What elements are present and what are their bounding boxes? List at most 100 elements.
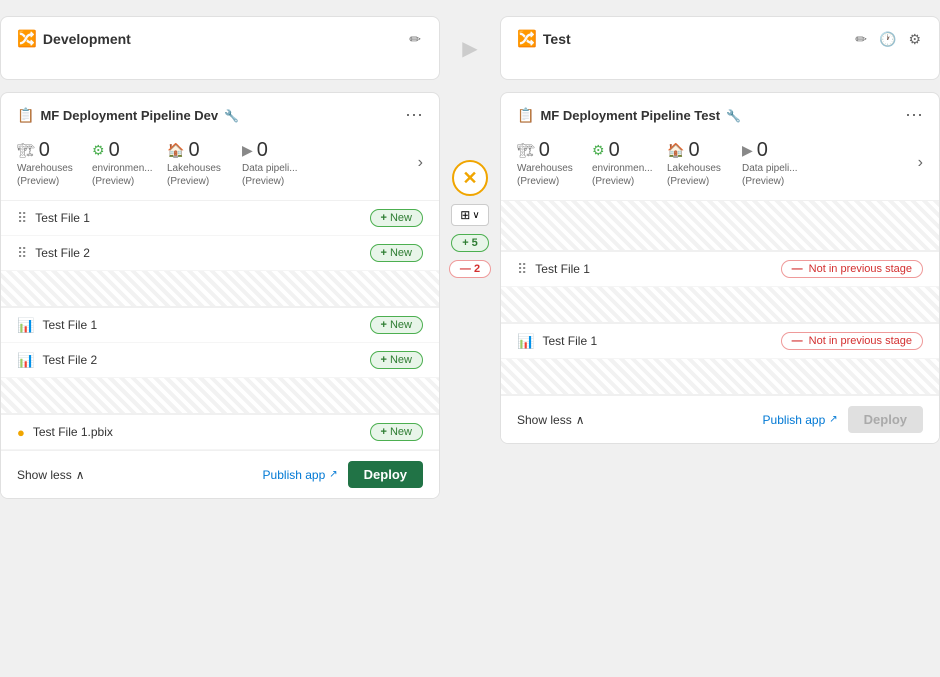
dev-file-item-3: 📊 Test File 1 New bbox=[1, 308, 439, 343]
diff-add-badge[interactable]: + 5 bbox=[451, 234, 489, 252]
middle-controls: ✕ ⊞ ∨ + 5 — 2 bbox=[440, 92, 500, 278]
test-section-3: 📊 Test File 1 Not in previous stage bbox=[501, 323, 939, 395]
dev-file-5-name: Test File 1.pbix bbox=[33, 425, 113, 439]
dev-pipeline-title: 📋 MF Deployment Pipeline Dev 🔧 bbox=[17, 107, 239, 124]
dev-column: 📋 MF Deployment Pipeline Dev 🔧 ⋯ 🏗 0 War… bbox=[0, 92, 440, 499]
dev-file-3-badge: New bbox=[370, 316, 423, 334]
dev-publish-label: Publish app bbox=[263, 468, 326, 482]
dev-title-text: Development bbox=[43, 31, 131, 47]
test-pipeline-name-text: MF Deployment Pipeline Test bbox=[540, 108, 720, 123]
dev-pipeline-name-text: MF Deployment Pipeline Dev bbox=[40, 108, 218, 123]
test-card-footer: Show less ∧ Publish app ↗ Deploy bbox=[501, 395, 939, 443]
test-show-less-label: Show less bbox=[517, 413, 572, 427]
test-pipeline-icon: 📋 bbox=[517, 107, 534, 124]
dev-stat-environments: ⚙ 0 environmen...(Preview) bbox=[92, 138, 167, 188]
test-show-less-chevron: ∧ bbox=[576, 413, 585, 427]
test-deploy-btn: Deploy bbox=[848, 406, 923, 433]
dev-deploy-btn[interactable]: Deploy bbox=[348, 461, 423, 488]
dev-stat-warehouses: 🏗 0 Warehouses(Preview) bbox=[17, 138, 92, 188]
dev-hatched-1 bbox=[1, 271, 439, 307]
test-hatched-top bbox=[501, 201, 939, 251]
test-file-1-icon: ⠿ bbox=[517, 261, 527, 278]
stage-arrow-icon: ▶ bbox=[462, 36, 477, 61]
test-history-btn[interactable]: 🕐 bbox=[877, 29, 898, 50]
dev-pipeline-icon: 📋 bbox=[17, 107, 34, 124]
dev-section-2: 📊 Test File 1 New 📊 Test File 2 New bbox=[1, 307, 439, 414]
test-publish-label: Publish app bbox=[763, 413, 826, 427]
dev-edit-btn[interactable]: ✏ bbox=[407, 29, 423, 50]
dev-file-1-badge: New bbox=[370, 209, 423, 227]
test-stage-actions: ✏ 🕐 ⚙ bbox=[853, 29, 923, 50]
dev-section-1: ⠿ Test File 1 New ⠿ Test File 2 New bbox=[1, 200, 439, 307]
test-hatched-2 bbox=[501, 287, 939, 323]
dev-file-5-icon: ● bbox=[17, 425, 25, 440]
test-stage-title: 🔀 Test bbox=[517, 29, 571, 49]
test-edit-btn[interactable]: ✏ bbox=[853, 29, 869, 50]
test-column: 📋 MF Deployment Pipeline Test 🔧 ⋯ 🏗 0 Wa… bbox=[500, 92, 940, 444]
dev-file-4-name: Test File 2 bbox=[42, 353, 97, 367]
dev-file-3-name: Test File 1 bbox=[42, 318, 97, 332]
test-section-1 bbox=[501, 200, 939, 251]
dev-show-less-btn[interactable]: Show less ∧ bbox=[17, 468, 85, 482]
test-more-btn[interactable]: ⋯ bbox=[905, 105, 923, 126]
dev-card-header: 📋 MF Deployment Pipeline Dev 🔧 ⋯ bbox=[1, 93, 439, 134]
pipeline-icon-test: 🔀 bbox=[517, 29, 537, 49]
test-pipeline-card: 📋 MF Deployment Pipeline Test 🔧 ⋯ 🏗 0 Wa… bbox=[500, 92, 940, 444]
dev-stats-row: 🏗 0 Warehouses(Preview) ⚙ 0 environmen..… bbox=[1, 134, 439, 200]
dev-file-5-badge: New bbox=[370, 423, 423, 441]
compare-icon: ⊞ bbox=[460, 208, 470, 222]
test-stats-chevron[interactable]: › bbox=[918, 154, 923, 172]
dev-pipeline-badge: 🔧 bbox=[224, 109, 239, 123]
dev-file-4-icon: 📊 bbox=[17, 352, 34, 369]
test-file-2-name: Test File 1 bbox=[542, 334, 597, 348]
dev-file-1-name: Test File 1 bbox=[35, 211, 90, 225]
dev-show-less-chevron: ∧ bbox=[76, 468, 85, 482]
test-publish-external-icon: ↗ bbox=[829, 414, 837, 425]
test-hatched-3 bbox=[501, 359, 939, 395]
dev-stats-chevron[interactable]: › bbox=[418, 154, 423, 172]
dev-publish-external-icon: ↗ bbox=[329, 469, 337, 480]
dev-hatched-2 bbox=[1, 378, 439, 414]
test-card-header: 📋 MF Deployment Pipeline Test 🔧 ⋯ bbox=[501, 93, 939, 134]
compare-control[interactable]: ⊞ ∨ bbox=[451, 204, 488, 226]
dev-file-item-1: ⠿ Test File 1 New bbox=[1, 201, 439, 236]
test-stat-environments: ⚙ 0 environmen...(Preview) bbox=[592, 138, 667, 188]
test-section-2: ⠿ Test File 1 Not in previous stage bbox=[501, 251, 939, 323]
test-pipeline-title: 📋 MF Deployment Pipeline Test 🔧 bbox=[517, 107, 741, 124]
dev-pipeline-card: 📋 MF Deployment Pipeline Dev 🔧 ⋯ 🏗 0 War… bbox=[0, 92, 440, 499]
test-stage-header: 🔀 Test ✏ 🕐 ⚙ bbox=[500, 16, 940, 80]
test-file-1-name: Test File 1 bbox=[535, 262, 590, 276]
dev-file-2-name: Test File 2 bbox=[35, 246, 90, 260]
test-file-item-2: 📊 Test File 1 Not in previous stage bbox=[501, 324, 939, 359]
dev-footer-right: Publish app ↗ Deploy bbox=[263, 461, 423, 488]
sync-button[interactable]: ✕ bbox=[452, 160, 488, 196]
test-footer-right: Publish app ↗ Deploy bbox=[763, 406, 923, 433]
pipeline-icon-dev: 🔀 bbox=[17, 29, 37, 49]
dev-section-3: ● Test File 1.pbix New bbox=[1, 414, 439, 450]
test-title-text: Test bbox=[543, 31, 571, 47]
dev-stage-title: 🔀 Development bbox=[17, 29, 131, 49]
diff-remove-badge[interactable]: — 2 bbox=[449, 260, 491, 278]
dev-show-less-label: Show less bbox=[17, 468, 72, 482]
dev-more-btn[interactable]: ⋯ bbox=[405, 105, 423, 126]
test-file-2-icon: 📊 bbox=[517, 333, 534, 350]
dev-stage-actions: ✏ bbox=[407, 29, 423, 50]
test-settings-btn[interactable]: ⚙ bbox=[906, 29, 923, 50]
dev-file-item-5: ● Test File 1.pbix New bbox=[1, 415, 439, 450]
top-middle-arrow: ▶ bbox=[440, 16, 500, 80]
test-file-item-1: ⠿ Test File 1 Not in previous stage bbox=[501, 252, 939, 287]
test-publish-btn[interactable]: Publish app ↗ bbox=[763, 413, 838, 427]
dev-file-2-icon: ⠿ bbox=[17, 245, 27, 262]
compare-btn[interactable]: ⊞ ∨ bbox=[451, 204, 488, 226]
test-show-less-btn[interactable]: Show less ∧ bbox=[517, 413, 585, 427]
dev-publish-btn[interactable]: Publish app ↗ bbox=[263, 468, 338, 482]
dev-file-item-4: 📊 Test File 2 New bbox=[1, 343, 439, 378]
dev-file-item-2: ⠿ Test File 2 New bbox=[1, 236, 439, 271]
sync-icon: ✕ bbox=[462, 168, 477, 189]
dev-stat-pipelines: ▶ 0 Data pipeli...(Preview) bbox=[242, 138, 317, 188]
dev-file-4-badge: New bbox=[370, 351, 423, 369]
test-file-2-badge: Not in previous stage bbox=[781, 332, 923, 350]
dev-card-footer: Show less ∧ Publish app ↗ Deploy bbox=[1, 450, 439, 498]
test-stat-lakehouses: 🏠 0 Lakehouses(Preview) bbox=[667, 138, 742, 188]
test-stat-warehouses: 🏗 0 Warehouses(Preview) bbox=[517, 138, 592, 188]
